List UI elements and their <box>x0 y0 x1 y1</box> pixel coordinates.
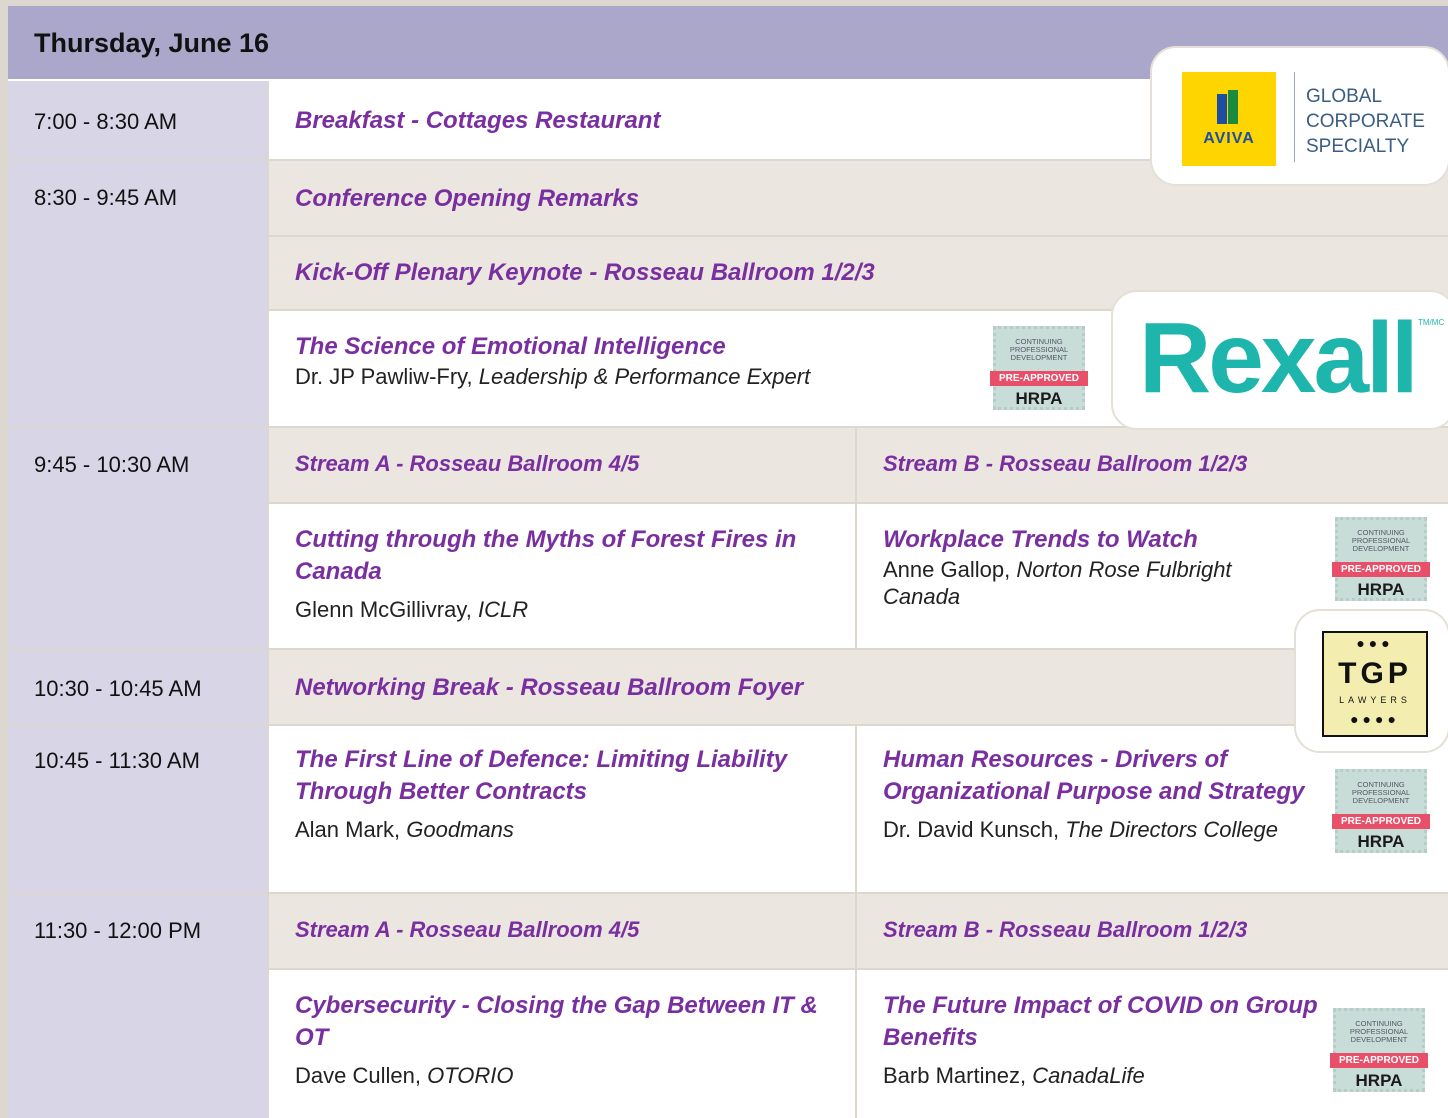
time-label: 11:30 - 12:00 PM <box>34 918 202 943</box>
speaker-name: Alan Mark, <box>295 817 401 842</box>
badge-ribbon: PRE-APPROVED <box>1330 1053 1428 1068</box>
time-label: 8:30 - 9:45 AM <box>34 185 178 210</box>
aviva-sponsor-logo: AVIVA GLOBAL CORPORATE SPECIALTY <box>1150 46 1448 186</box>
speaker-line: Glenn McGillivray, ICLR <box>295 596 855 623</box>
day-title: Thursday, June 16 <box>34 28 270 58</box>
speaker-line: Dr. David Kunsch, The Directors College <box>883 816 1303 843</box>
stream-label: Stream B - Rosseau Ballroom 1/2/3 <box>883 917 1248 942</box>
badge-text: CONTINUING PROFESSIONAL DEVELOPMENT <box>1351 528 1411 553</box>
rexall-wordmark: Rexall <box>1139 302 1419 414</box>
badge-ribbon: PRE-APPROVED <box>1332 562 1430 577</box>
session-title: Cybersecurity - Closing the Gap Between … <box>295 992 818 1051</box>
stream-a-header: Stream A - Rosseau Ballroom 4/5 <box>267 428 855 504</box>
badge-text: CONTINUING PROFESSIONAL DEVELOPMENT <box>1351 780 1411 805</box>
badge-text: CONTINUING PROFESSIONAL DEVELOPMENT <box>1349 1019 1409 1044</box>
session-title: The First Line of Defence: Limiting Liab… <box>295 746 788 805</box>
session-title: Cutting through the Myths of Forest Fire… <box>295 526 797 585</box>
speaker-line: Dave Cullen, OTORIO <box>295 1062 855 1089</box>
time-slot: 8:30 - 9:45 AM <box>8 161 267 428</box>
time-slot: 11:30 - 12:00 PM <box>8 894 267 1118</box>
speaker-org: The Directors College <box>1065 817 1278 842</box>
badge-text: CONTINUING PROFESSIONAL DEVELOPMENT <box>1009 337 1069 362</box>
speaker-org: OTORIO <box>427 1063 514 1088</box>
speaker-name: Dave Cullen, <box>295 1063 421 1088</box>
rexall-tm: TM/MC <box>1418 318 1445 327</box>
stream-b-header: Stream B - Rosseau Ballroom 1/2/3 <box>855 428 1448 504</box>
session-title: Kick-Off Plenary Keynote - Rosseau Ballr… <box>295 259 875 286</box>
speaker-name: Dr. JP Pawliw-Fry, <box>295 364 473 389</box>
tgp-mark: ●●● TGP LAWYERS ●●●● <box>1322 631 1428 737</box>
time-label: 7:00 - 8:30 AM <box>34 109 178 134</box>
badge-org: HRPA <box>1355 1071 1403 1090</box>
hrpa-badge: CONTINUING PROFESSIONAL DEVELOPMENT PRE-AP… <box>990 326 1088 410</box>
aviva-mark: AVIVA <box>1182 72 1276 166</box>
speaker-line: Alan Mark, Goodmans <box>295 816 855 843</box>
stream-a-header: Stream A - Rosseau Ballroom 4/5 <box>267 894 855 970</box>
time-slot: 9:45 - 10:30 AM <box>8 428 267 650</box>
hrpa-badge: CONTINUING PROFESSIONAL DEVELOPMENT PRE-AP… <box>1332 517 1430 601</box>
badge-org: HRPA <box>1357 580 1405 599</box>
session-title: Human Resources - Drivers of Organizatio… <box>883 746 1305 805</box>
aviva-text: GLOBAL CORPORATE SPECIALTY <box>1306 86 1425 157</box>
time-slot: 10:30 - 10:45 AM <box>8 650 267 726</box>
stream-a-session: The First Line of Defence: Limiting Liab… <box>267 726 855 894</box>
stream-label: Stream A - Rosseau Ballroom 4/5 <box>295 451 640 476</box>
stream-a-session: Cybersecurity - Closing the Gap Between … <box>267 970 855 1118</box>
rexall-sponsor-logo: Rexall TM/MC <box>1111 290 1448 430</box>
speaker-org: ICLR <box>477 597 529 622</box>
stream-label: Stream B - Rosseau Ballroom 1/2/3 <box>883 451 1248 476</box>
badge-ribbon: PRE-APPROVED <box>990 371 1088 386</box>
session-title: Networking Break - Rosseau Ballroom Foye… <box>295 674 804 701</box>
time-label: 9:45 - 10:30 AM <box>34 452 190 477</box>
speaker-line: Anne Gallop, Norton Rose Fulbright Canad… <box>883 556 1303 610</box>
stream-b-header: Stream B - Rosseau Ballroom 1/2/3 <box>855 894 1448 970</box>
badge-org: HRPA <box>1015 389 1063 408</box>
stream-label: Stream A - Rosseau Ballroom 4/5 <box>295 917 640 942</box>
time-label: 10:30 - 10:45 AM <box>34 676 202 701</box>
hrpa-badge: CONTINUING PROFESSIONAL DEVELOPMENT PRE-AP… <box>1330 1008 1428 1092</box>
tgp-sponsor-logo: ●●● TGP LAWYERS ●●●● <box>1294 609 1448 753</box>
speaker-name: Glenn McGillivray, <box>295 597 472 622</box>
session-title: The Future Impact of COVID on Group Bene… <box>883 992 1318 1051</box>
speaker-name: Dr. David Kunsch, <box>883 817 1060 842</box>
speaker-role: Leadership & Performance Expert <box>478 364 811 389</box>
speaker-name: Anne Gallop, <box>883 557 1011 582</box>
networking-row: Networking Break - Rosseau Ballroom Foye… <box>267 650 1448 726</box>
speaker-org: Goodmans <box>406 817 514 842</box>
badge-org: HRPA <box>1357 832 1405 851</box>
time-slot: 10:45 - 11:30 AM <box>8 726 267 894</box>
time-label: 10:45 - 11:30 AM <box>34 748 200 773</box>
speaker-org: CanadaLife <box>1032 1063 1145 1088</box>
time-slot: 7:00 - 8:30 AM <box>8 81 267 161</box>
hrpa-badge: CONTINUING PROFESSIONAL DEVELOPMENT PRE-AP… <box>1332 769 1430 853</box>
speaker-name: Barb Martinez, <box>883 1063 1027 1088</box>
badge-ribbon: PRE-APPROVED <box>1332 814 1430 829</box>
stream-a-session: Cutting through the Myths of Forest Fire… <box>267 504 855 650</box>
